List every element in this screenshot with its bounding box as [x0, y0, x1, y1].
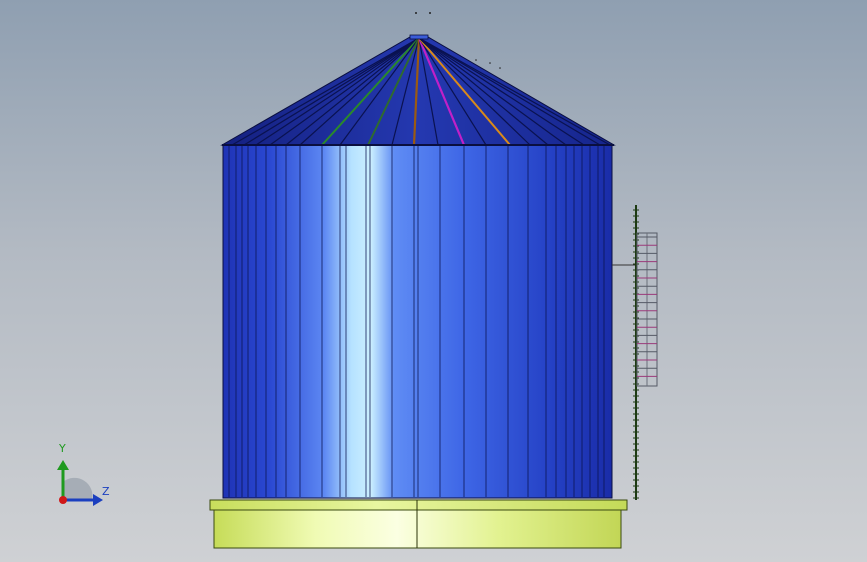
x-axis-origin [59, 496, 67, 504]
triad-z-label: Z [102, 485, 110, 498]
foundation-base[interactable] [209, 499, 628, 549]
coordinate-triad[interactable] [57, 460, 103, 506]
side-ladder[interactable] [612, 205, 658, 500]
roof-vent-cap [409, 34, 429, 40]
silo-3d-model[interactable] [0, 0, 867, 562]
cad-viewport[interactable]: Y Z [0, 0, 867, 562]
silo-roof[interactable] [220, 34, 616, 146]
silo-body[interactable] [222, 144, 613, 499]
triad-y-label: Y [59, 442, 66, 455]
